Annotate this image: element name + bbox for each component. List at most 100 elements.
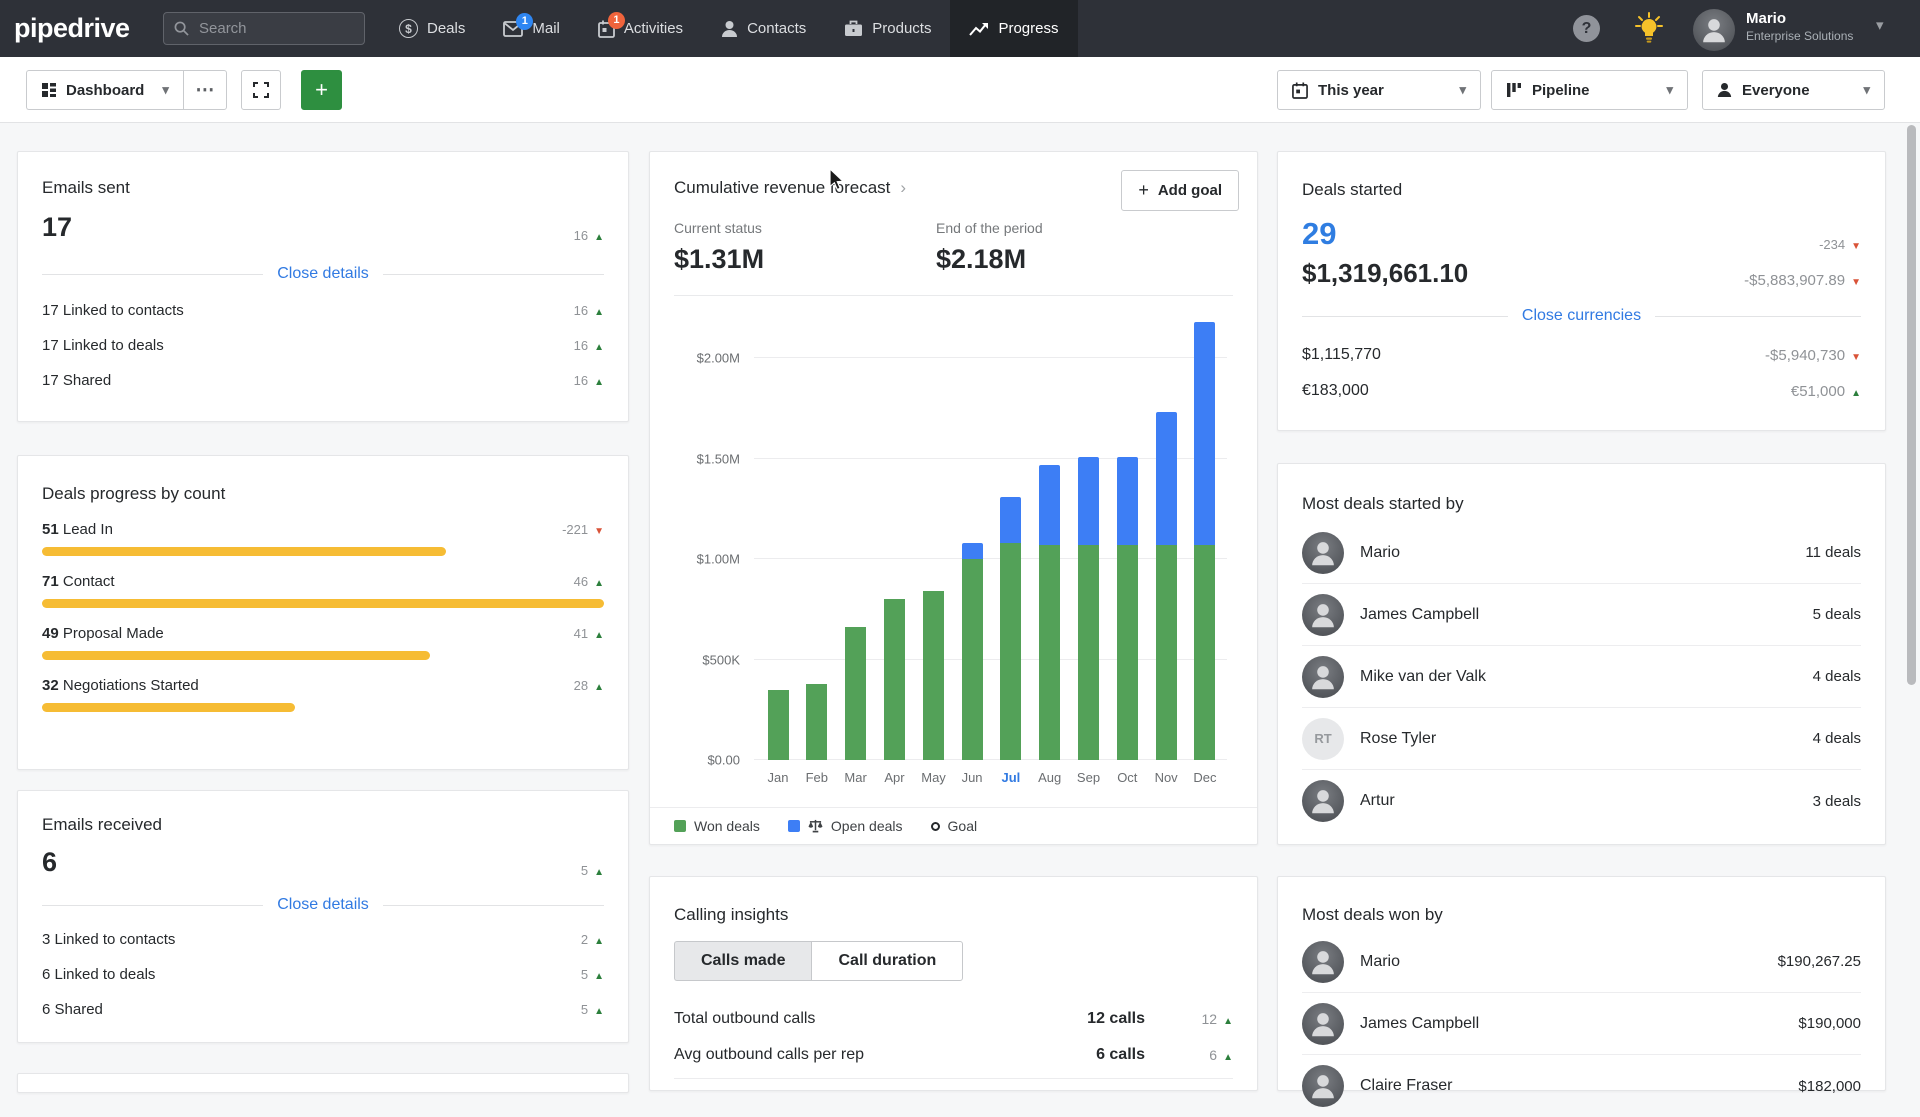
dollar-circle-icon: $ — [399, 19, 418, 38]
nav-item-mail[interactable]: 1 Mail — [484, 0, 579, 57]
currency-row: $1,115,770 -$5,940,730 — [1302, 337, 1861, 373]
user-caret-icon[interactable]: ▾ — [1876, 16, 1884, 34]
deals-started-amount: $1,319,661.10 — [1302, 258, 1468, 289]
divider — [383, 905, 604, 906]
deals-progress-rows: 51 Lead In -221 71 Contact 46 — [42, 521, 604, 712]
won-deals-segment — [1078, 545, 1099, 760]
owner-filter[interactable]: Everyone ▾ — [1702, 70, 1885, 110]
x-axis-tick: Mar — [844, 770, 868, 785]
avatar-silhouette-icon — [1310, 949, 1336, 975]
search-box[interactable] — [163, 12, 365, 45]
avatar-silhouette-icon — [1310, 664, 1336, 690]
dashboard-more-button[interactable]: ⋯ — [183, 70, 227, 110]
won-deals-segment — [1117, 545, 1138, 760]
end-period-value: $2.18M — [936, 244, 1198, 275]
avatar: CF — [1302, 1065, 1344, 1107]
won-deals-segment — [768, 690, 789, 760]
avatar-initials: RT — [1314, 731, 1331, 746]
dashboard-selector[interactable]: Dashboard ▾ — [26, 70, 183, 110]
open-deals-segment — [962, 543, 983, 559]
pipeline-filter-label: Pipeline — [1532, 82, 1590, 99]
lightbulb-icon[interactable] — [1634, 12, 1664, 44]
current-status-label: Current status — [674, 220, 936, 236]
divider — [42, 274, 263, 275]
add-goal-button[interactable]: + Add goal — [1121, 170, 1239, 211]
period-filter[interactable]: This year ▾ — [1277, 70, 1481, 110]
close-currencies-link[interactable]: Close currencies — [1522, 307, 1641, 325]
add-report-button[interactable]: + — [301, 70, 342, 110]
deals-started-amount-delta: -$5,883,907.89 — [1744, 272, 1861, 289]
period-filter-label: This year — [1318, 82, 1384, 99]
pipeline-stage-row: 32 Negotiations Started 28 — [42, 677, 604, 712]
help-icon[interactable]: ? — [1573, 15, 1600, 42]
pipeline-stage-row: 49 Proposal Made 41 — [42, 625, 604, 660]
user-menu[interactable]: Mario Enterprise Solutions — [1746, 9, 1853, 44]
bar-dec — [1193, 322, 1217, 760]
tab-call-duration[interactable]: Call duration — [811, 941, 963, 981]
person-row: A Artur 3 deals — [1302, 770, 1861, 832]
card-title: Deals progress by count — [42, 484, 604, 504]
nav-item-deals[interactable]: $ Deals — [380, 0, 484, 57]
x-axis-tick: Apr — [882, 770, 906, 785]
x-axis-tick: Aug — [1038, 770, 1062, 785]
y-axis-tick: $1.50M — [674, 451, 740, 466]
card-title: Cumulative revenue forecast — [674, 178, 890, 198]
stat-row: 17 Shared 16 — [42, 363, 604, 398]
nav-item-progress[interactable]: Progress — [950, 0, 1077, 57]
end-period-label: End of the period — [936, 220, 1198, 236]
pipeline-stage-row: 51 Lead In -221 — [42, 521, 604, 556]
open-deals-segment — [1117, 457, 1138, 545]
nav-item-products[interactable]: Products — [825, 0, 950, 57]
calling-tabs: Calls made Call duration — [674, 941, 963, 981]
close-details-link[interactable]: Close details — [277, 896, 369, 914]
nav-item-contacts[interactable]: Contacts — [702, 0, 825, 57]
legend-goal: Goal — [931, 818, 978, 834]
person-name: Mario — [1360, 544, 1805, 562]
stage-label: 71 Contact — [42, 573, 115, 590]
nav-item-label: Activities — [624, 20, 683, 37]
emails-received-delta: 5 — [581, 863, 604, 878]
legend-won-deals: Won deals — [674, 818, 760, 834]
vertical-scrollbar[interactable] — [1907, 125, 1916, 685]
chevron-right-icon[interactable]: › — [900, 178, 906, 198]
scale-icon — [808, 819, 823, 833]
bar-jun — [960, 543, 984, 760]
stat-row: 17 Linked to deals 16 — [42, 328, 604, 363]
y-axis-tick: $500K — [674, 652, 740, 667]
pipeline-stage-row: 71 Contact 46 — [42, 573, 604, 608]
card-calling-insights: Calling insights Calls made Call duratio… — [649, 876, 1258, 1091]
user-avatar[interactable] — [1693, 9, 1735, 51]
person-row: JC James Campbell 5 deals — [1302, 584, 1861, 646]
won-deals-segment — [923, 591, 944, 760]
pipeline-filter[interactable]: Pipeline ▾ — [1491, 70, 1688, 110]
calling-rows: Total outbound calls 12 calls 12 Avg out… — [674, 1001, 1233, 1073]
stat-row-label: 3 Linked to contacts — [42, 931, 175, 948]
chevron-down-icon: ▾ — [1459, 82, 1466, 98]
won-deals-segment — [962, 559, 983, 760]
nav-item-label: Progress — [998, 20, 1058, 37]
avatar: M — [1302, 941, 1344, 983]
stat-row-delta: 5 — [581, 1002, 604, 1017]
fullscreen-button[interactable] — [241, 70, 281, 110]
chart-legend: Won deals Open deals Goal — [650, 807, 1257, 844]
tab-calls-made[interactable]: Calls made — [674, 941, 811, 981]
close-details-link[interactable]: Close details — [277, 265, 369, 283]
people-rows: M Mario $190,267.25 JC James Campbell $1… — [1302, 931, 1861, 1117]
avatar: MV — [1302, 656, 1344, 698]
currency-rows: $1,115,770 -$5,940,730 €183,000 €51,000 — [1302, 337, 1861, 409]
dashboard-grid-icon — [41, 82, 57, 98]
stat-row-label: 17 Linked to contacts — [42, 302, 184, 319]
nav-item-activities[interactable]: 1 Activities — [579, 0, 702, 57]
x-axis-tick: Sep — [1077, 770, 1101, 785]
stage-delta: 41 — [574, 626, 604, 641]
person-name: Mike van der Valk — [1360, 668, 1813, 686]
stat-row-label: 6 Shared — [42, 1001, 103, 1018]
search-input[interactable] — [197, 19, 347, 38]
stat-row-label: 6 Linked to deals — [42, 966, 155, 983]
stage-label: 49 Proposal Made — [42, 625, 164, 642]
person-value: $182,000 — [1798, 1078, 1861, 1095]
person-value: 11 deals — [1805, 544, 1861, 561]
dashboard-selector-label: Dashboard — [66, 82, 144, 99]
avatar: RT — [1302, 718, 1344, 760]
bar-nov — [1154, 412, 1178, 760]
